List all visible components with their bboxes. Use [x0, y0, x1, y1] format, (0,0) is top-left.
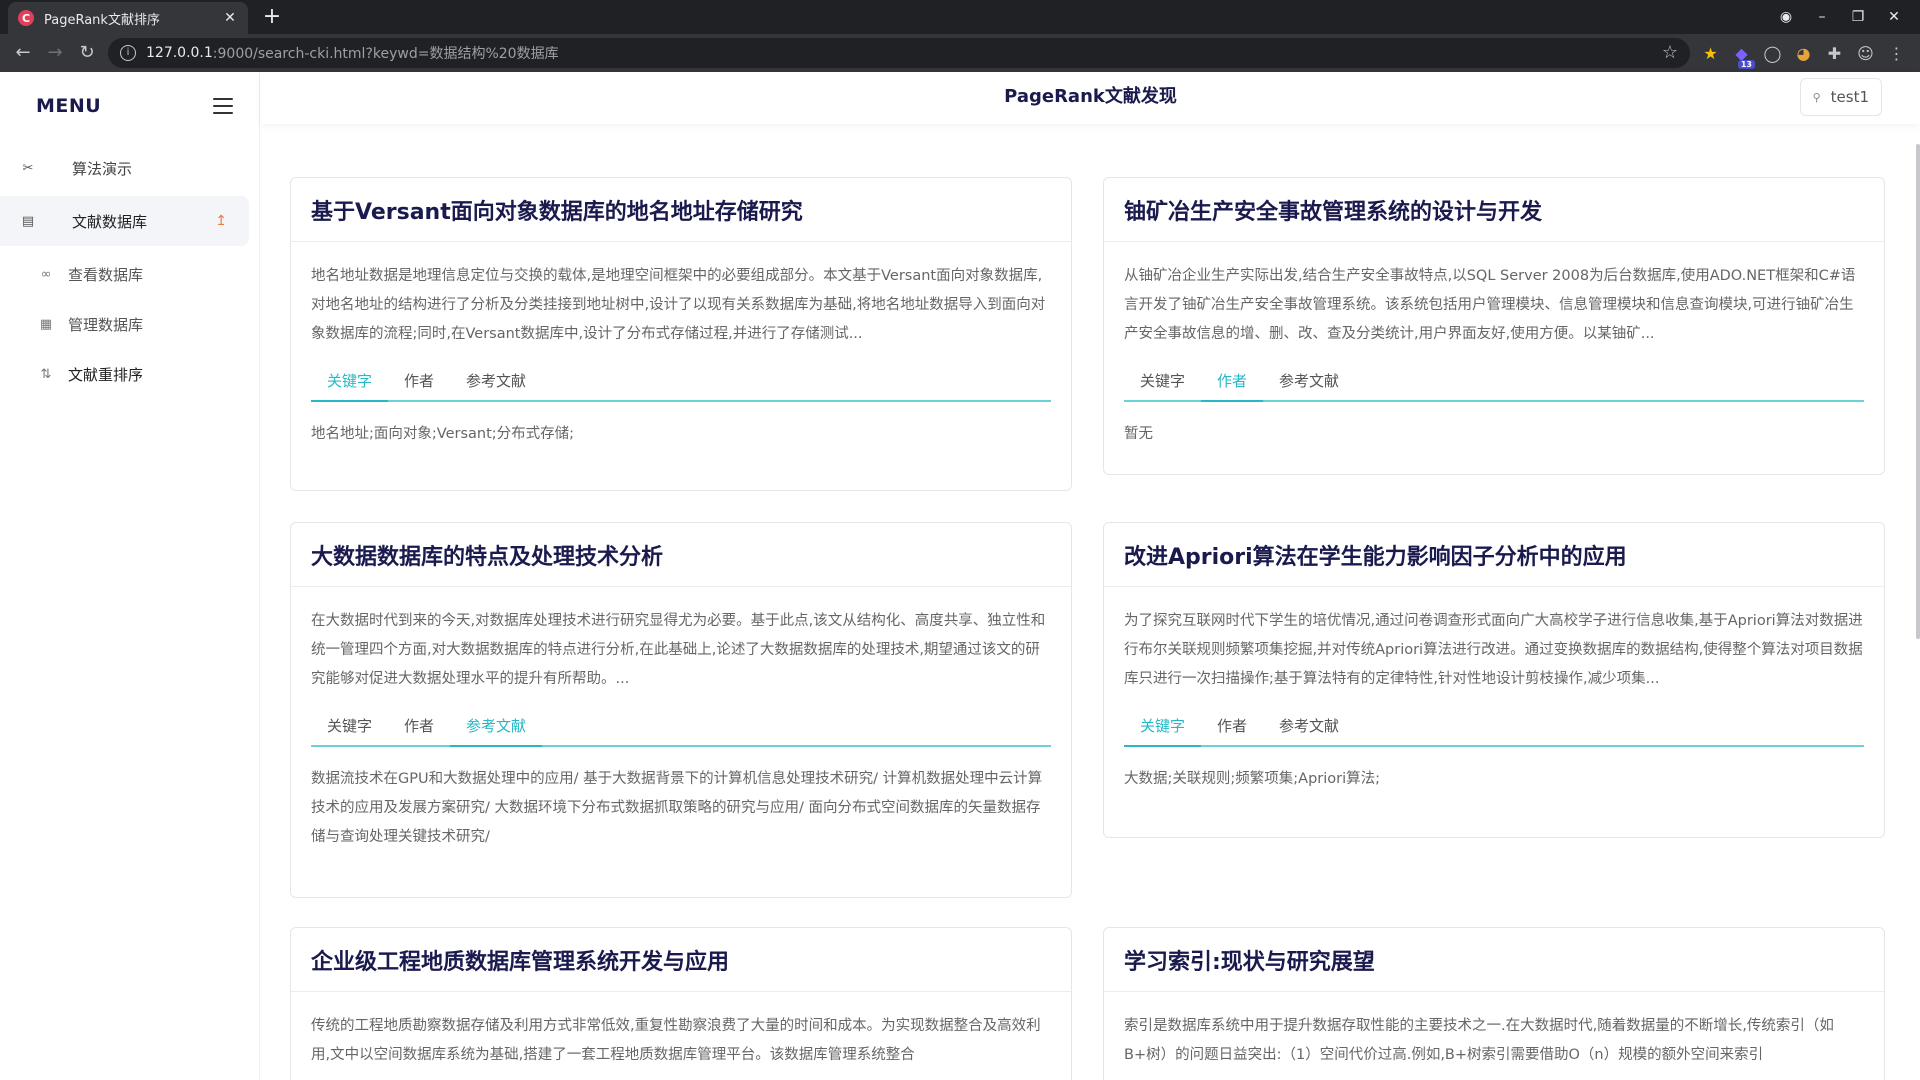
close-icon[interactable]: ✕ [222, 10, 238, 26]
favicon-icon: C [18, 10, 34, 26]
account-avatar-icon[interactable]: ☺ [1850, 44, 1881, 63]
paper-card: 大数据数据库的特点及处理技术分析 在大数据时代到来的今天,对数据库处理技术进行研… [290, 522, 1072, 898]
app: MENU ✂ 算法演示 ▤ 文献数据库 ↥ ∞ 查看数据库 ▦ 管理数据库 ⇅ … [0, 72, 1920, 1080]
tab-authors[interactable]: 作者 [388, 366, 450, 400]
url-host: 127.0.0.1 [146, 45, 213, 61]
extension-badge: 13 [1737, 59, 1755, 69]
paper-card: 学习索引:现状与研究展望 索引是数据库系统中用于提升数据存取性能的主要技术之一.… [1103, 927, 1885, 1080]
extensions-icon[interactable]: ✚ [1819, 44, 1850, 63]
bookmark-star-icon[interactable]: ☆ [1662, 42, 1678, 63]
sidebar-item-label: 算法演示 [72, 159, 133, 178]
paper-abstract: 索引是数据库系统中用于提升数据存取性能的主要技术之一.在大数据时代,随着数据量的… [1124, 1018, 1834, 1063]
star-extension-icon[interactable]: ★ [1695, 44, 1726, 63]
new-tab-button[interactable]: + [258, 4, 286, 32]
tab-authors[interactable]: 作者 [388, 711, 450, 745]
paper-abstract: 从铀矿冶企业生产实际出发,结合生产安全事故特点,以SQL Server 2008… [1124, 268, 1856, 342]
paper-abstract: 地名地址数据是地理信息定位与交换的载体,是地理空间框架中的必要组成部分。本文基于… [311, 268, 1046, 342]
paper-tab-content: 地名地址;面向对象;Versant;分布式存储; [311, 426, 575, 442]
user-icon: ⚲ [1812, 90, 1821, 104]
page-title: PageRank文献发现 [1004, 86, 1177, 107]
info-icon[interactable]: i [120, 45, 136, 61]
browser-tab[interactable]: C PageRank文献排序 ✕ [8, 2, 248, 34]
paper-card: 改进Apriori算法在学生能力影响因子分析中的应用 为了探究互联网时代下学生的… [1103, 522, 1885, 838]
tab-references[interactable]: 参考文献 [450, 366, 542, 400]
page-scrollbar[interactable] [1916, 144, 1920, 639]
tab-keywords[interactable]: 关键字 [1124, 711, 1202, 747]
sidebar-item-manage-db[interactable]: ▦ 管理数据库 [0, 299, 259, 349]
restore-icon[interactable]: ❐ [1840, 9, 1876, 25]
tab-keywords[interactable]: 关键字 [311, 366, 389, 402]
tab-keywords[interactable]: 关键字 [311, 711, 388, 745]
paper-tab-content: 大数据;关联规则;频繁项集;Apriori算法; [1124, 771, 1381, 787]
sort-icon: ⇅ [40, 366, 52, 382]
tab-references[interactable]: 参考文献 [1263, 366, 1355, 400]
calendar-icon: ▦ [39, 316, 53, 332]
collapse-arrow-icon[interactable]: ↥ [215, 213, 227, 229]
wrench-icon: ✂ [22, 160, 34, 176]
paper-abstract: 在大数据时代到来的今天,对数据库处理技术进行研究显得尤为必要。基于此点,该文从结… [311, 613, 1046, 687]
paper-title[interactable]: 铀矿冶生产安全事故管理系统的设计与开发 [1104, 178, 1884, 242]
paper-title[interactable]: 基于Versant面向对象数据库的地名地址存储研究 [291, 178, 1071, 242]
sidebar-item-label: 管理数据库 [68, 315, 144, 334]
sidebar: MENU ✂ 算法演示 ▤ 文献数据库 ↥ ∞ 查看数据库 ▦ 管理数据库 ⇅ … [0, 72, 260, 1080]
puzzle-extension-icon[interactable]: ◆ 13 [1726, 44, 1757, 69]
paper-abstract: 传统的工程地质勘察数据存储及利用方式非常低效,重复性勘察浪费了大量的时间和成本。… [311, 1018, 1041, 1063]
more-icon[interactable]: ⋮ [1881, 44, 1912, 63]
sidebar-item-label: 查看数据库 [68, 265, 144, 284]
paper-title[interactable]: 改进Apriori算法在学生能力影响因子分析中的应用 [1104, 523, 1884, 587]
address-bar[interactable]: i 127.0.0.1:9000/search-cki.html?keywd=数… [108, 38, 1690, 68]
tab-references[interactable]: 参考文献 [450, 711, 543, 747]
color-extension-icon[interactable]: ◕ [1788, 44, 1819, 63]
sidebar-item-label: 文献数据库 [72, 212, 148, 231]
paper-tabs: 关键字 作者 参考文献 [1124, 711, 1864, 747]
paper-card: 企业级工程地质数据库管理系统开发与应用 传统的工程地质勘察数据存储及利用方式非常… [290, 927, 1072, 1080]
paper-card: 基于Versant面向对象数据库的地名地址存储研究 地名地址数据是地理信息定位与… [290, 177, 1072, 491]
minimize-icon[interactable]: – [1804, 9, 1840, 25]
tab-authors[interactable]: 作者 [1201, 366, 1264, 402]
url-path: :9000/search-cki.html?keywd=数据结构%20数据库 [212, 46, 559, 62]
back-icon[interactable]: ← [8, 38, 38, 68]
sidebar-item-label: 文献重排序 [68, 365, 144, 384]
menu-header: MENU [0, 72, 259, 140]
paper-abstract: 为了探究互联网时代下学生的培优情况,通过问卷调查形式面向广大高校学子进行信息收集… [1124, 613, 1863, 687]
sidebar-item-rerank[interactable]: ⇅ 文献重排序 [0, 349, 259, 399]
paper-tabs: 关键字 作者 参考文献 [1124, 366, 1864, 402]
top-header: PageRank文献发现 ⚲ test1 [261, 72, 1920, 124]
paper-tabs: 关键字 作者 参考文献 [311, 711, 1051, 747]
profile-menu-icon[interactable]: ◉ [1768, 9, 1804, 25]
paper-title[interactable]: 大数据数据库的特点及处理技术分析 [291, 523, 1071, 587]
close-window-icon[interactable]: ✕ [1876, 9, 1912, 25]
tab-references[interactable]: 参考文献 [1263, 711, 1355, 745]
window-controls: ◉ – ❐ ✕ [1768, 0, 1912, 34]
user-button[interactable]: ⚲ test1 [1799, 78, 1882, 116]
forward-icon[interactable]: → [40, 38, 70, 68]
paper-card: 铀矿冶生产安全事故管理系统的设计与开发 从铀矿冶企业生产实际出发,结合生产安全事… [1103, 177, 1885, 475]
tab-title: PageRank文献排序 [44, 12, 160, 28]
paper-tab-content: 数据流技术在GPU和大数据处理中的应用/ 基于大数据背景下的计算机信息处理技术研… [311, 771, 1043, 845]
user-name: test1 [1830, 88, 1869, 106]
database-icon: ▤ [21, 213, 35, 229]
browser-tab-bar: C PageRank文献排序 ✕ + ◉ – ❐ ✕ [0, 0, 1920, 34]
sidebar-item-literature-db[interactable]: ▤ 文献数据库 ↥ [0, 196, 249, 246]
reload-icon[interactable]: ↻ [72, 38, 102, 68]
menu-title: MENU [36, 95, 102, 117]
paper-tabs: 关键字 作者 参考文献 [311, 366, 1051, 402]
tab-authors[interactable]: 作者 [1201, 711, 1263, 745]
tab-keywords[interactable]: 关键字 [1124, 366, 1201, 400]
sidebar-item-view-db[interactable]: ∞ 查看数据库 [0, 249, 259, 299]
circle-extension-icon[interactable]: ◯ [1757, 44, 1788, 63]
sidebar-item-algorithm-demo[interactable]: ✂ 算法演示 [0, 143, 249, 193]
paper-tab-content: 暂无 [1124, 426, 1153, 442]
paper-title[interactable]: 企业级工程地质数据库管理系统开发与应用 [291, 928, 1071, 992]
extension-icons: ★ ◆ 13 ◯ ◕ ✚ ☺ ⋮ [1695, 38, 1912, 69]
browser-toolbar: ← → ↻ i 127.0.0.1:9000/search-cki.html?k… [0, 34, 1920, 72]
paper-title[interactable]: 学习索引:现状与研究展望 [1104, 928, 1884, 992]
glasses-icon: ∞ [40, 266, 52, 282]
hamburger-icon[interactable] [213, 98, 233, 114]
